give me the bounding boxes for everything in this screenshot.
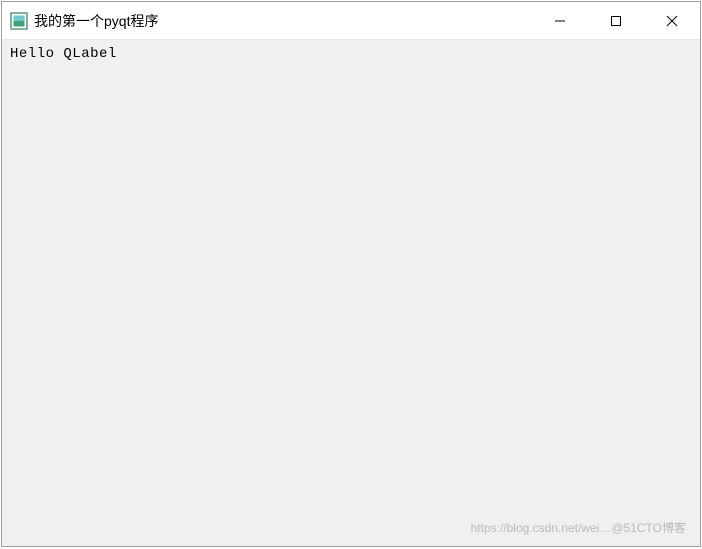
client-area: Hello QLabel https://blog.csdn.net/wei…@… [2,40,700,546]
hello-label: Hello QLabel [10,46,692,62]
minimize-icon [554,15,566,27]
close-button[interactable] [644,2,700,39]
window-title: 我的第一个pyqt程序 [34,11,532,31]
maximize-icon [610,15,622,27]
app-icon [10,12,28,30]
close-icon [666,15,678,27]
maximize-button[interactable] [588,2,644,39]
window-controls [532,2,700,39]
watermark-text: https://blog.csdn.net/wei…@51CTO博客 [471,519,686,536]
titlebar[interactable]: 我的第一个pyqt程序 [2,2,700,40]
application-window: 我的第一个pyqt程序 Hello QLabel https://blo [1,1,701,547]
minimize-button[interactable] [532,2,588,39]
